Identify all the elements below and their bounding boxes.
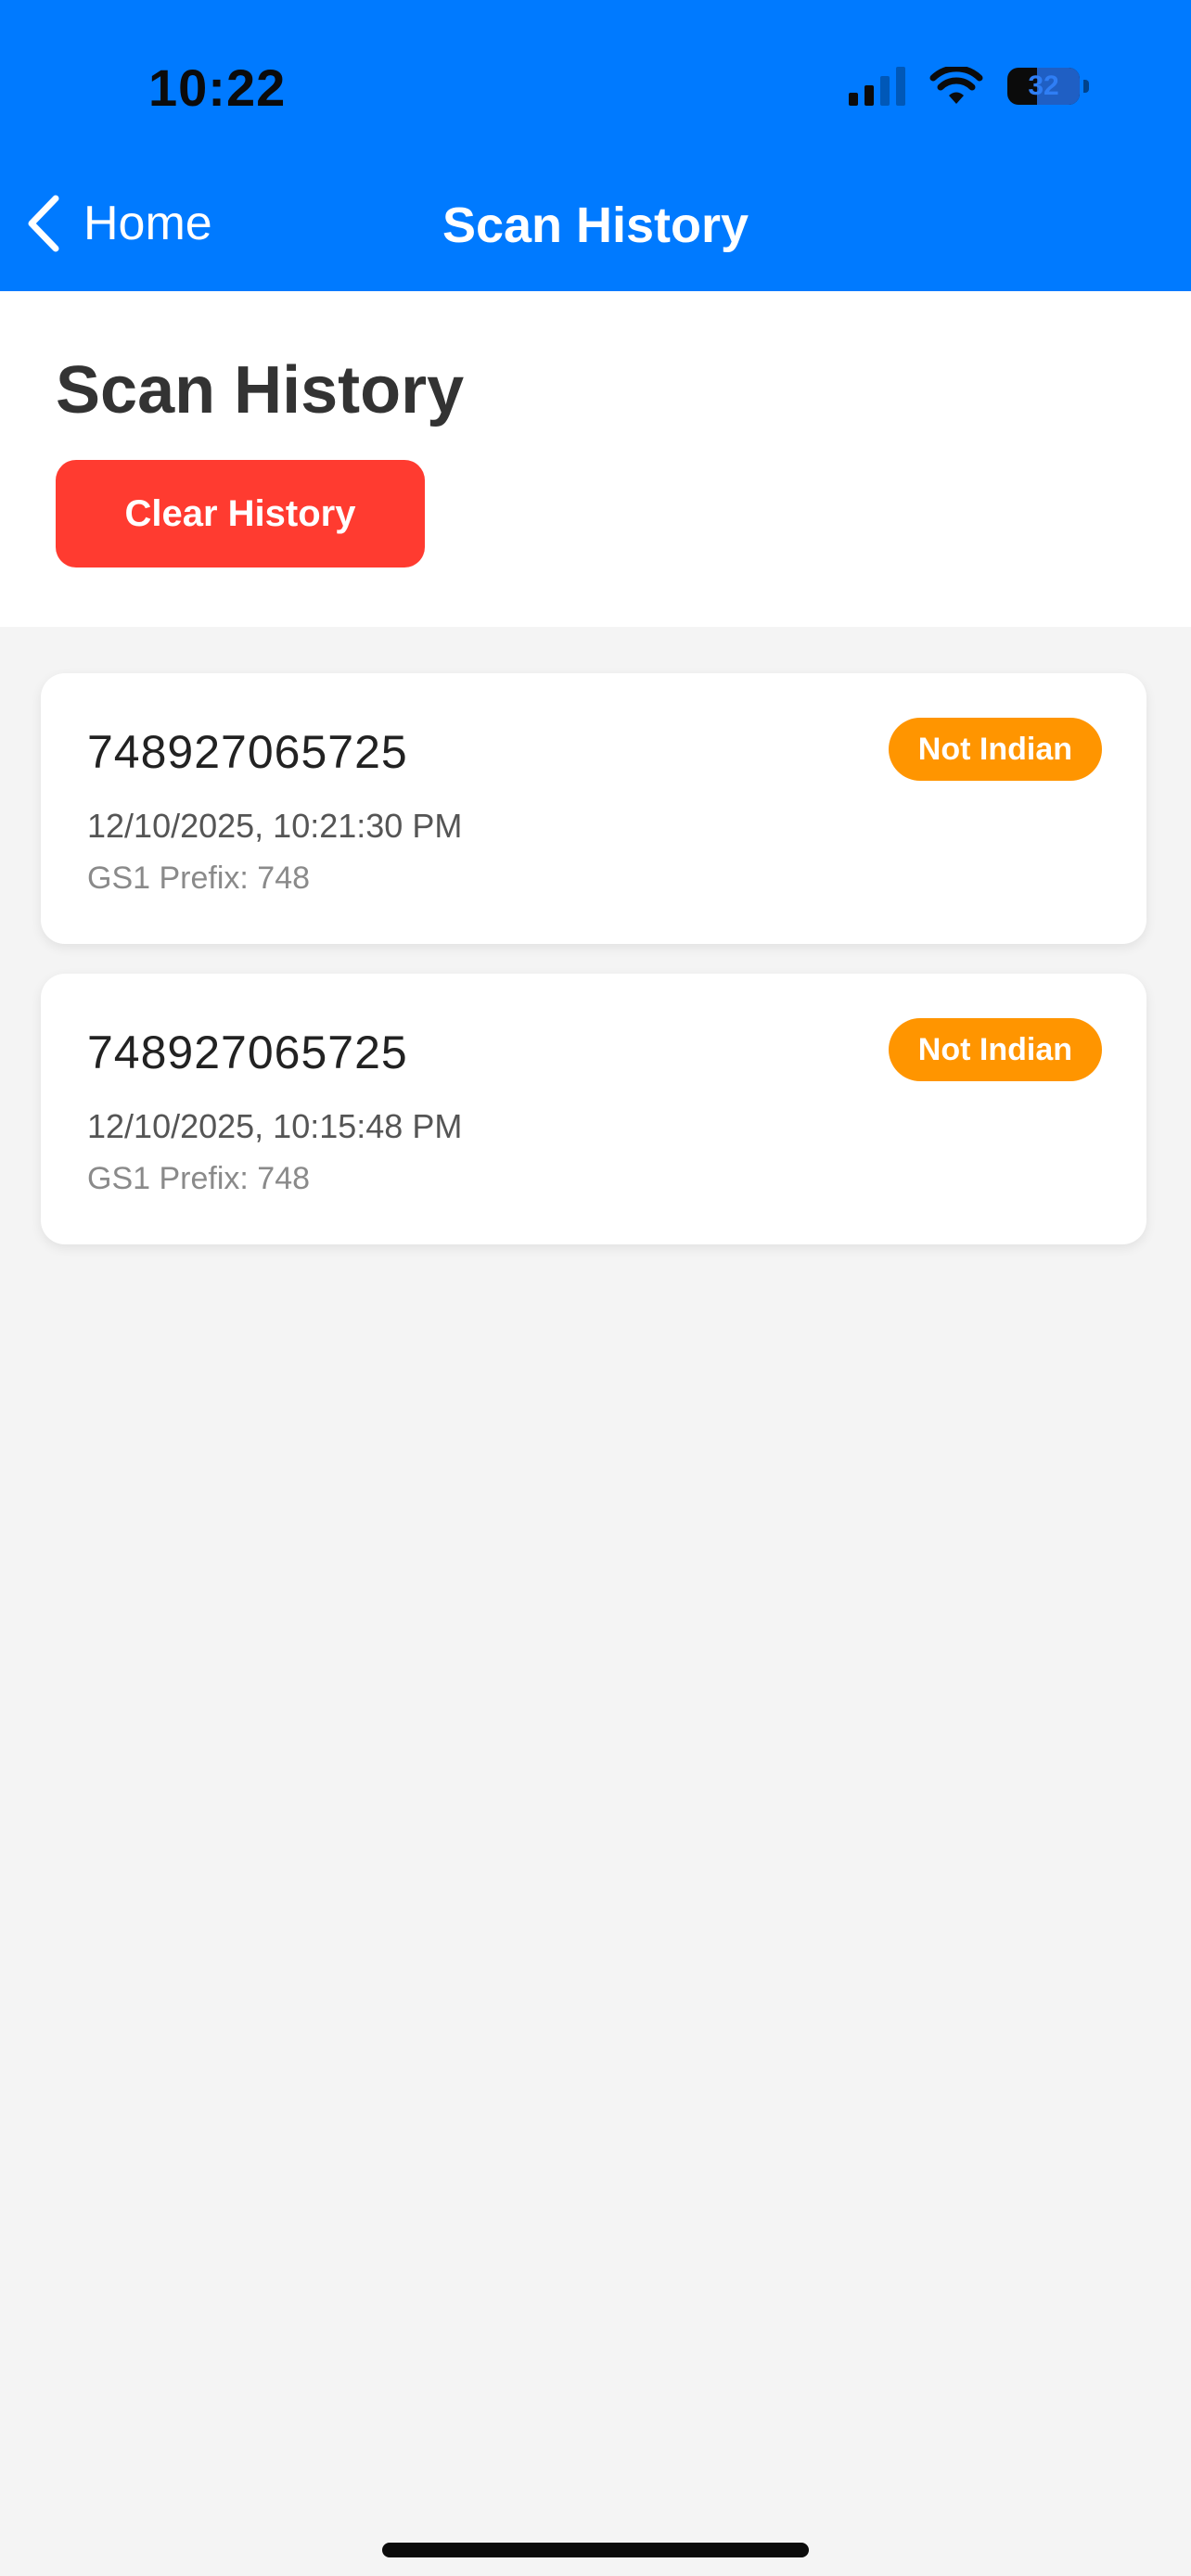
navigation-header: 10:22 32 Home Scan History xyxy=(0,0,1191,291)
page-title: Scan History xyxy=(56,353,465,427)
cellular-signal-icon xyxy=(849,67,905,106)
status-bar-icons: 32 xyxy=(849,67,1089,106)
barcode-number: 748927065725 xyxy=(87,1027,408,1078)
barcode-number: 748927065725 xyxy=(87,726,408,778)
status-badge: Not Indian xyxy=(888,1018,1102,1081)
gs1-prefix: GS1 Prefix: 748 xyxy=(87,1161,311,1196)
battery-level: 32 xyxy=(1028,70,1059,101)
battery-icon: 32 xyxy=(1007,68,1089,105)
home-indicator[interactable] xyxy=(382,2543,809,2557)
history-card[interactable]: 748927065725 Not Indian 12/10/2025, 10:2… xyxy=(41,673,1146,944)
history-header-panel: Scan History Clear History xyxy=(0,291,1191,627)
scan-timestamp: 12/10/2025, 10:15:48 PM xyxy=(87,1107,463,1145)
status-bar-time: 10:22 xyxy=(148,58,287,117)
scan-history-list: 748927065725 Not Indian 12/10/2025, 10:2… xyxy=(41,673,1146,1244)
status-badge: Not Indian xyxy=(888,718,1102,781)
history-card[interactable]: 748927065725 Not Indian 12/10/2025, 10:1… xyxy=(41,974,1146,1244)
nav-title: Scan History xyxy=(442,198,749,253)
gs1-prefix: GS1 Prefix: 748 xyxy=(87,861,311,896)
scan-timestamp: 12/10/2025, 10:21:30 PM xyxy=(87,807,463,845)
clear-history-button[interactable]: Clear History xyxy=(56,460,425,567)
wifi-icon xyxy=(929,67,983,106)
